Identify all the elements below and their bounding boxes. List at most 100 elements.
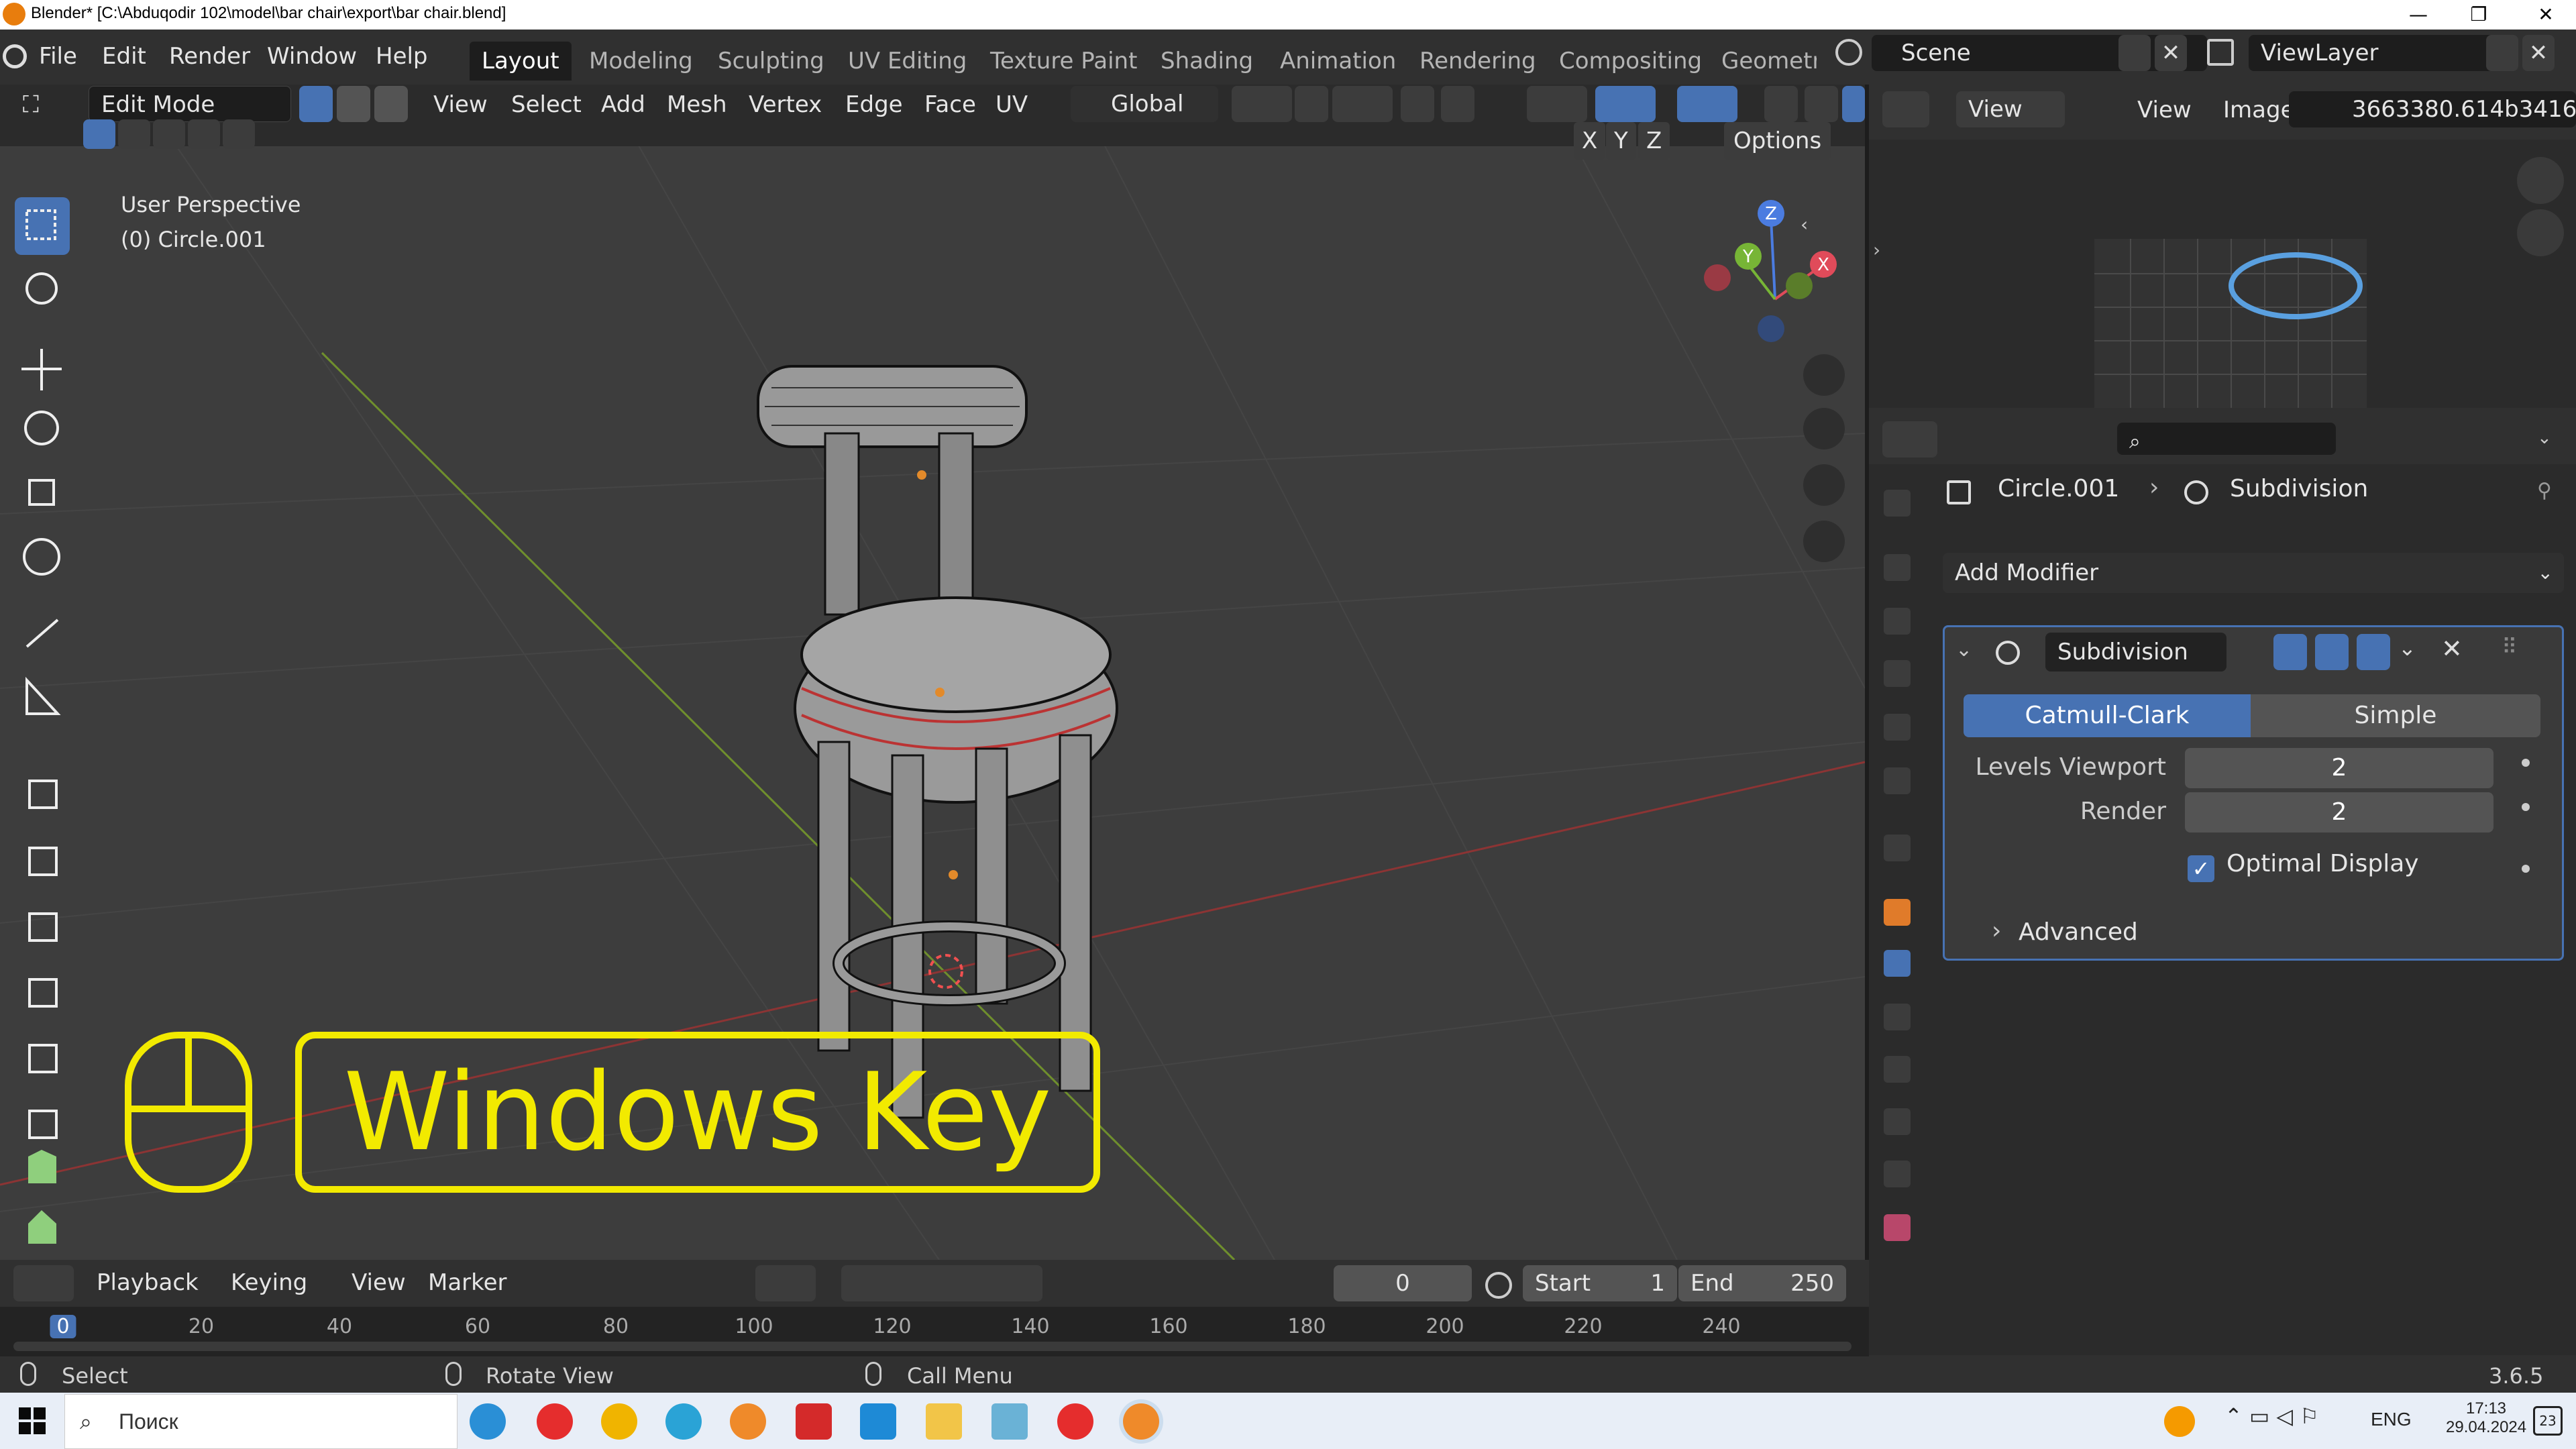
advanced-chevron-icon[interactable]: › [1992,917,2001,945]
overlay-toggle-icon[interactable] [1677,86,1737,122]
edit-mode-toggle-icon[interactable] [2237,634,2271,670]
particles-tab-icon[interactable] [1884,1004,1911,1030]
menu-mesh[interactable]: Mesh [657,86,737,123]
tab-animation[interactable]: Animation [1268,42,1408,80]
file-explorer-icon[interactable] [926,1403,962,1440]
output-tab-icon[interactable] [1884,608,1911,635]
menu-marker[interactable]: Marker [419,1264,517,1301]
select-intersect-icon[interactable] [223,119,255,149]
stopwatch-icon[interactable] [1485,1272,1512,1299]
mirror-x-toggle[interactable]: X [1574,122,1606,160]
tab-texture-paint[interactable]: Texture Paint [978,42,1149,80]
select-extend-icon[interactable] [118,119,150,149]
menu-vertex[interactable]: Vertex [739,86,831,123]
levels-viewport-field[interactable]: 2 [2185,748,2493,788]
view-layer-icon[interactable] [2207,39,2234,66]
tab-shading[interactable]: Shading [1148,42,1265,80]
scene-new-icon[interactable] [2118,35,2151,71]
mode-selector[interactable]: Edit Mode [89,86,291,122]
windows-start-icon[interactable] [19,1407,46,1434]
image-zoom-icon[interactable] [2517,157,2564,204]
menu-file[interactable]: File [31,38,85,75]
properties-options-icon[interactable]: ⌄ [2537,428,2552,448]
menu-timeline-view[interactable]: View [342,1264,415,1301]
catmull-clark-tab[interactable]: Catmull-Clark [1964,694,2251,737]
tab-sculpting[interactable]: Sculpting [706,42,837,80]
menu-face[interactable]: Face [915,86,985,123]
breadcrumb-object[interactable]: Circle.001 [1998,475,2119,502]
scene-delete-icon[interactable]: ✕ [2155,35,2187,71]
modifier-options-chevron-icon[interactable]: ⌄ [2398,635,2416,661]
render-tab-icon[interactable] [1884,554,1911,581]
tab-uv-editing[interactable]: UV Editing [836,42,979,80]
menu-playback[interactable]: Playback [87,1264,208,1301]
options-dropdown[interactable]: Options [1724,122,1831,160]
keyframe-dot-icon[interactable] [2522,865,2530,873]
yandex-icon[interactable] [537,1403,573,1440]
gizmo-toggle-icon[interactable] [1595,86,1656,122]
menu-render[interactable]: Render [161,38,258,75]
recorder-icon[interactable] [860,1403,896,1440]
solid-shading-icon[interactable] [1842,86,1865,122]
image-editor-mode-selector[interactable]: View [1956,91,2065,127]
keyframe-dot-icon[interactable] [2522,759,2530,767]
camera-view-icon[interactable] [1803,464,1845,506]
world-tab-icon[interactable] [1884,767,1911,794]
scene-icon[interactable] [1835,39,1862,66]
taskbar-clock[interactable]: 17:13 29.04.2024 [2446,1399,2526,1437]
menu-edit[interactable]: Edit [94,38,154,75]
collection-tab-icon[interactable] [1884,835,1911,861]
system-tray-icons[interactable]: ⌃ ▭ ◁ ⚐ [2224,1403,2319,1429]
select-new-icon[interactable] [83,119,115,149]
menu-view[interactable]: View [424,86,497,123]
vertex-select-icon[interactable] [299,86,333,122]
remove-modifier-icon[interactable]: ✕ [2441,634,2463,663]
proportional-edit-icon[interactable] [1401,86,1434,122]
tab-modeling[interactable]: Modeling [577,42,705,80]
taskbar-search-box[interactable]: ⌕ Поиск [64,1394,458,1449]
breadcrumb-modifier[interactable]: Subdivision [2230,475,2368,502]
edge-browser-icon[interactable] [470,1403,506,1440]
render-camera-icon[interactable] [2357,634,2390,670]
menu-uv[interactable]: UV [986,86,1037,123]
image-view-menu[interactable]: View [2128,91,2201,129]
end-frame-field[interactable]: End 250 [1678,1265,1846,1301]
notifications-icon[interactable]: 23 [2533,1406,2563,1436]
maximize-button[interactable]: ❐ [2449,1,2509,28]
material-tab-icon[interactable] [1884,1214,1911,1241]
start-frame-field[interactable]: Start 1 [1523,1265,1677,1301]
tab-compositing[interactable]: Compositing [1547,42,1714,80]
drag-handle-icon[interactable]: ⠿ [2502,634,2517,659]
toggle-sidebar-icon[interactable]: ‹ [1801,213,1814,235]
constraints-tab-icon[interactable] [1884,1108,1911,1135]
edge-select-icon[interactable] [337,86,370,122]
xray-icon[interactable] [1764,86,1798,122]
blender-active-icon[interactable] [1123,1403,1159,1440]
timeline-scrollbar[interactable] [13,1342,1851,1351]
yandex-app-icon[interactable] [1057,1403,1093,1440]
modifier-tab-icon[interactable] [1884,950,1911,977]
mirror-z-toggle[interactable]: Z [1638,122,1670,160]
optimal-display-checkbox[interactable]: ✓ [2188,855,2214,882]
render-levels-field[interactable]: 2 [2185,792,2493,833]
select-subtract-icon[interactable] [153,119,185,149]
menu-help[interactable]: Help [368,38,436,75]
yandex-browser-icon[interactable] [601,1403,637,1440]
menu-keying[interactable]: Keying [221,1264,317,1301]
snap-target-icon[interactable] [1332,86,1393,122]
object-data-tab-icon[interactable] [1884,1161,1911,1187]
falloff-icon[interactable] [1441,86,1474,122]
zoom-icon[interactable] [1803,354,1845,396]
tool-tab-icon[interactable] [1884,490,1911,517]
add-modifier-button[interactable]: Add Modifier ⌄ [1943,553,2564,593]
menu-select[interactable]: Select [502,86,591,123]
timeline-editor-type-icon[interactable] [13,1265,74,1301]
minimize-button[interactable]: — [2388,1,2449,28]
image-sidebar-toggle-icon[interactable]: › [1873,239,1880,261]
advanced-section-label[interactable]: Advanced [2019,918,2138,946]
autocad-icon[interactable] [796,1403,832,1440]
close-button[interactable]: ✕ [2516,1,2576,28]
weather-icon[interactable] [2164,1406,2195,1437]
pin-icon[interactable]: ⚲ [2537,479,2552,502]
face-select-icon[interactable] [374,86,408,122]
